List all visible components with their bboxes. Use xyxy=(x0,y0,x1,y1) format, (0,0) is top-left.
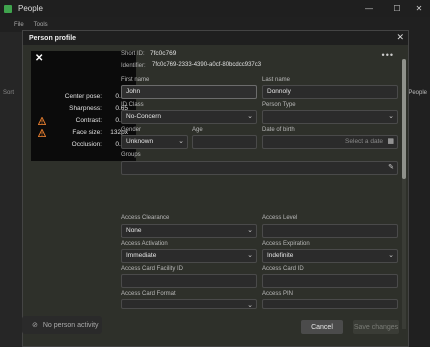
groups-field[interactable]: ✎ xyxy=(121,161,398,175)
app-window: People — ☐ ✕ File Tools Sort People Pers… xyxy=(0,0,430,347)
access-pin-field[interactable] xyxy=(262,299,398,309)
access-activation-select[interactable]: Immediate ⌄ xyxy=(121,249,257,263)
edit-pencil-icon[interactable]: ✎ xyxy=(388,162,394,174)
scrollbar-thumb[interactable] xyxy=(402,59,406,179)
background-sort-label: Sort xyxy=(3,90,15,96)
first-name-field[interactable]: John xyxy=(121,85,257,99)
background-sidebar xyxy=(0,32,22,347)
card-format-select[interactable]: ⌄ xyxy=(121,299,257,309)
dob-placeholder: Select a date xyxy=(345,138,383,145)
groups-label: Groups xyxy=(121,152,141,158)
access-level-label: Access Level xyxy=(262,215,298,221)
calendar-icon: ▦ xyxy=(387,138,394,145)
id-class-label: ID Class xyxy=(121,102,144,108)
first-name-label: First name xyxy=(121,77,150,83)
dialog-header: Person profile ✕ xyxy=(23,31,408,45)
background-people-label: People xyxy=(408,90,427,96)
access-clearance-label: Access Clearance xyxy=(121,215,170,221)
person-type-select[interactable]: ⌄ xyxy=(262,110,398,124)
menu-tools[interactable]: Tools xyxy=(34,22,48,28)
card-id-label: Access Card ID xyxy=(262,266,304,272)
access-clearance-value: None xyxy=(126,227,142,234)
dob-label: Date of birth xyxy=(262,127,295,133)
no-activity-icon: ⊘ xyxy=(32,322,38,329)
metric-label: Center pose: xyxy=(64,93,102,100)
metric-label: Sharpness: xyxy=(69,105,102,112)
card-format-label: Access Card Format xyxy=(121,291,176,297)
menu-file[interactable]: File xyxy=(14,22,24,28)
dialog-close-icon[interactable]: ✕ xyxy=(396,32,404,43)
chevron-down-icon: ⌄ xyxy=(247,227,253,234)
last-name-label: Last name xyxy=(262,77,291,83)
photo-close-icon[interactable]: ✕ xyxy=(35,53,43,64)
short-id-label: Short ID: xyxy=(121,51,145,57)
access-pin-label: Access PIN xyxy=(262,291,294,297)
card-facility-label: Access Card Facility ID xyxy=(121,266,184,272)
chevron-down-icon: ⌄ xyxy=(388,113,394,120)
age-label: Age xyxy=(192,127,203,133)
gender-label: Gender xyxy=(121,127,142,133)
card-facility-field[interactable] xyxy=(121,274,257,288)
chevron-down-icon: ⌄ xyxy=(247,302,253,309)
more-options-icon[interactable]: ••• xyxy=(382,50,394,60)
identifier-label: Identifier: xyxy=(121,63,146,69)
chevron-down-icon: ⌄ xyxy=(247,113,253,120)
access-expiration-value: Indefinite xyxy=(267,252,294,259)
identifier-value: 7fc0c769-2333-4390-a0cf-80bcdcc937c3 xyxy=(152,62,262,68)
id-class-value: No-Concern xyxy=(126,113,162,120)
minimize-button[interactable]: — xyxy=(358,0,380,17)
person-profile-dialog: Person profile ✕ ✕ Center pose:0.80Sharp… xyxy=(22,30,409,347)
access-clearance-select[interactable]: None ⌄ xyxy=(121,224,257,238)
access-activation-value: Immediate xyxy=(126,252,157,259)
chevron-down-icon: ⌄ xyxy=(178,138,184,145)
cancel-button[interactable]: Cancel xyxy=(301,320,343,334)
access-expiration-label: Access Expiration xyxy=(262,241,310,247)
no-activity-label: No person activity xyxy=(42,321,99,329)
last-name-value: Donnoly xyxy=(267,88,291,95)
close-window-button[interactable]: ✕ xyxy=(408,0,430,17)
dob-picker[interactable]: Select a date ▦ xyxy=(262,135,398,149)
card-id-field[interactable] xyxy=(262,274,398,288)
chevron-down-icon: ⌄ xyxy=(388,252,394,259)
window-title: People xyxy=(18,4,43,13)
gender-value: Unknown xyxy=(126,138,154,145)
title-bar: People — ☐ ✕ xyxy=(0,0,430,17)
first-name-value: John xyxy=(126,88,141,95)
maximize-button[interactable]: ☐ xyxy=(386,0,408,17)
metric-label: Contrast: xyxy=(75,117,102,124)
warning-icon xyxy=(38,117,46,125)
id-class-select[interactable]: No-Concern ⌄ xyxy=(121,110,257,124)
last-name-field[interactable]: Donnoly xyxy=(262,85,398,99)
short-id-value: 7fc0c769 xyxy=(150,50,177,57)
person-type-label: Person Type xyxy=(262,102,296,108)
warning-icon xyxy=(38,129,46,137)
access-activation-label: Access Activation xyxy=(121,241,168,247)
metric-label: Face size: xyxy=(72,129,102,136)
metric-label: Occlusion: xyxy=(71,141,102,148)
no-activity-indicator: ⊘ No person activity xyxy=(22,316,102,334)
age-field[interactable] xyxy=(192,135,257,149)
save-changes-button[interactable]: Save changes xyxy=(353,320,399,334)
app-icon xyxy=(4,4,12,13)
access-expiration-select[interactable]: Indefinite ⌄ xyxy=(262,249,398,263)
access-level-field[interactable] xyxy=(262,224,398,238)
gender-select[interactable]: Unknown ⌄ xyxy=(121,135,188,149)
chevron-down-icon: ⌄ xyxy=(247,252,253,259)
dialog-title: Person profile xyxy=(29,34,77,42)
